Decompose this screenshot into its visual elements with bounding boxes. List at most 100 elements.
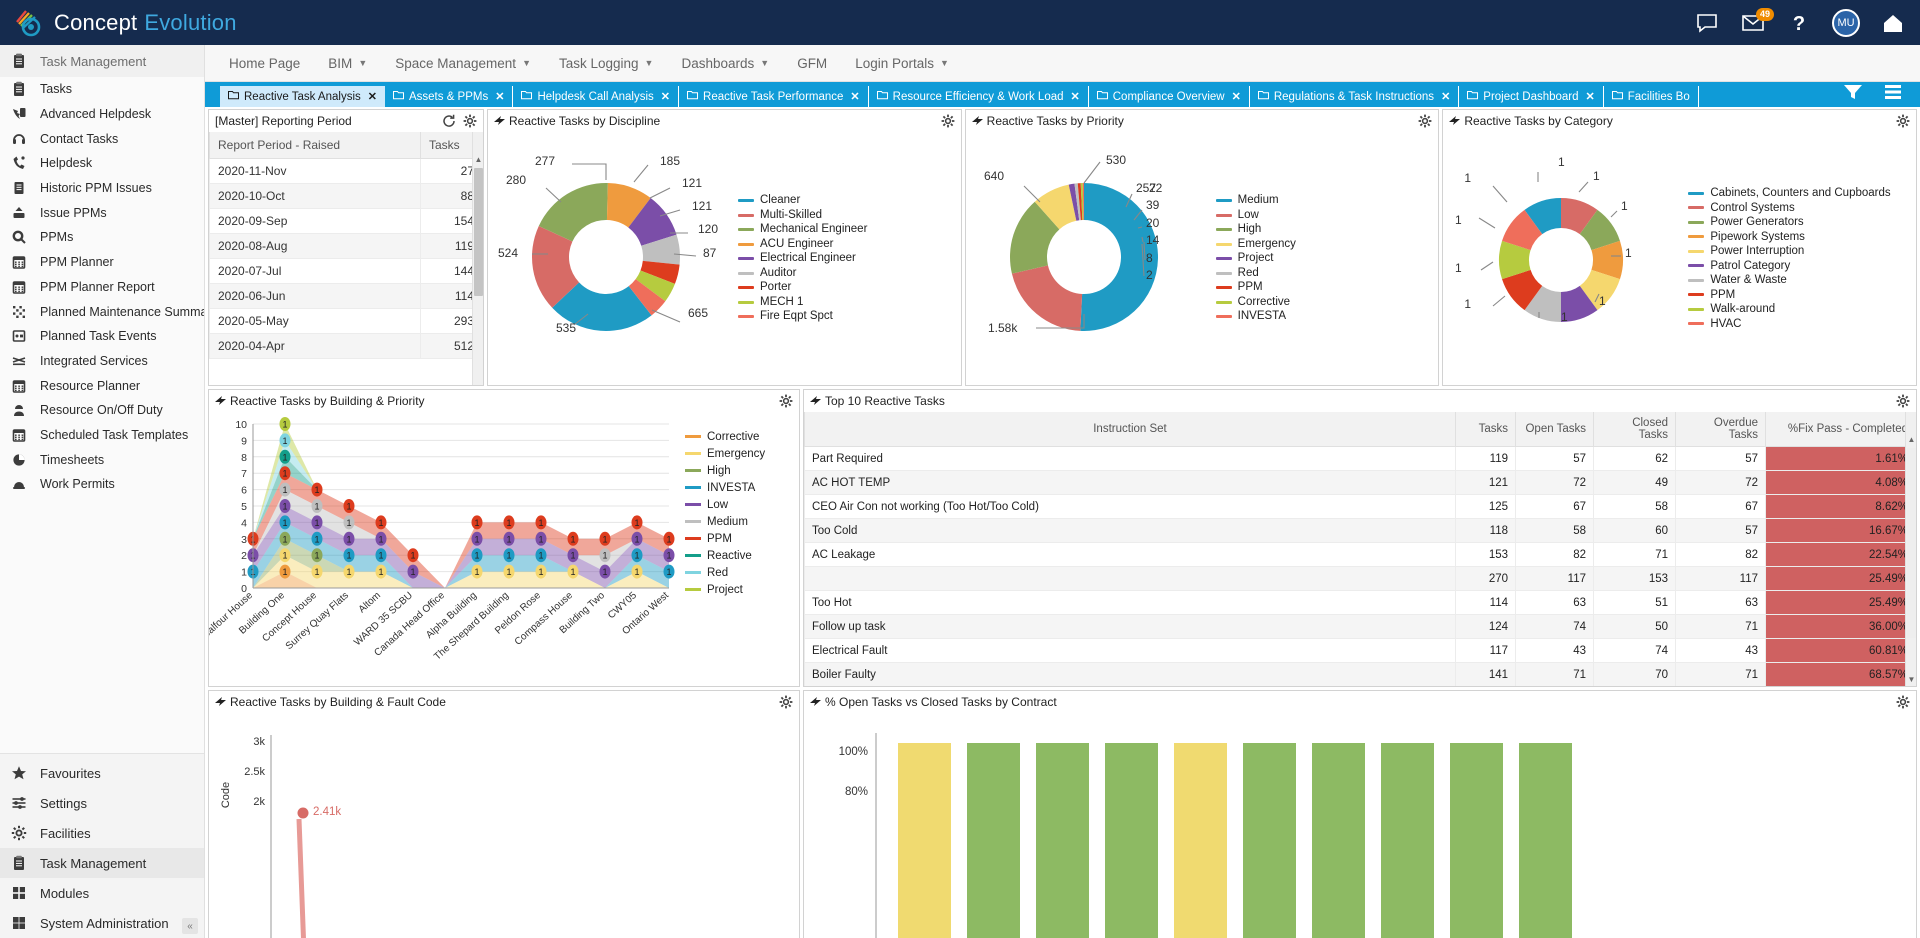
tab-project-dashboard[interactable]: Project Dashboard ✕ xyxy=(1459,86,1604,107)
sidebar-item-modules[interactable]: Modules xyxy=(0,878,204,908)
legend-label[interactable]: INVESTA xyxy=(707,482,756,494)
table-row[interactable]: 2020-09-Sep 154 xyxy=(209,208,483,234)
table-row[interactable]: 2020-11-Nov 27 xyxy=(209,158,483,184)
column-header[interactable]: Overdue Tasks xyxy=(1675,412,1766,447)
legend-label[interactable]: Medium xyxy=(707,516,748,528)
menu-item-space-management[interactable]: Space Management ▼ xyxy=(381,45,545,82)
gear-icon[interactable] xyxy=(1896,394,1910,408)
sidebar-item-tasks[interactable]: Tasks xyxy=(0,77,204,102)
legend-item[interactable]: INVESTA xyxy=(1215,309,1296,324)
menu-item-bim[interactable]: BIM ▼ xyxy=(314,45,381,82)
table-row[interactable]: Follow up task 124 74 50 71 36.00% xyxy=(804,614,1916,639)
legend-item[interactable]: Electrical Engineer xyxy=(738,251,867,266)
gear-icon[interactable] xyxy=(1896,114,1910,128)
scroll-up-arrow[interactable]: ▲ xyxy=(473,154,483,166)
sidebar-item-timesheets[interactable]: Timesheets xyxy=(0,447,204,472)
table-row[interactable]: Part Required 119 57 62 57 1.61% xyxy=(804,446,1916,471)
legend-item[interactable]: Power Interruption xyxy=(1688,244,1890,259)
legend-label[interactable]: Emergency xyxy=(707,448,765,460)
sidebar-item-task-management[interactable]: Task Management xyxy=(0,848,204,878)
column-header[interactable]: Closed Tasks xyxy=(1593,412,1676,447)
scroll-thumb[interactable] xyxy=(474,168,483,296)
sidebar-item-work-permits[interactable]: Work Permits xyxy=(0,472,204,497)
legend-item[interactable]: HVAC xyxy=(1688,317,1890,332)
table-row[interactable]: Too Cold 118 58 60 57 16.67% xyxy=(804,518,1916,543)
avatar[interactable]: MU xyxy=(1832,8,1860,37)
tab-reactive-task-performance[interactable]: Reactive Task Performance ✕ xyxy=(679,86,869,107)
legend-item[interactable]: Fire Eqpt Spct xyxy=(738,309,867,324)
bar[interactable] xyxy=(1312,743,1365,938)
legend-item[interactable]: Medium xyxy=(1215,193,1296,208)
legend-label[interactable]: High xyxy=(707,465,731,477)
legend-item[interactable]: Power Generators xyxy=(1688,215,1890,230)
legend-item[interactable]: Emergency xyxy=(1215,237,1296,252)
scroll-down-arrow[interactable]: ▼ xyxy=(1906,674,1916,686)
chat-icon[interactable] xyxy=(1694,10,1720,36)
table-row[interactable]: 270 117 153 117 25.49% xyxy=(804,566,1916,591)
refresh-icon[interactable] xyxy=(442,114,456,128)
discipline-donut-chart[interactable]: 665 535 524 280 277 185 121 121 120 87 xyxy=(488,132,738,385)
table-row[interactable]: 2020-07-Jul 144 xyxy=(209,258,483,284)
table-row[interactable]: 2020-06-Jun 114 xyxy=(209,283,483,309)
legend-label[interactable]: PPM xyxy=(707,533,732,545)
gear-icon[interactable] xyxy=(1418,114,1432,128)
sidebar-item-issue-ppms[interactable]: Issue PPMs xyxy=(0,200,204,225)
table-row[interactable]: 2020-08-Aug 119 xyxy=(209,233,483,259)
close-icon[interactable]: ✕ xyxy=(850,90,859,103)
sidebar-item-helpdesk[interactable]: Helpdesk xyxy=(0,151,204,176)
sidebar-item-scheduled-task-templates[interactable]: Scheduled Task Templates xyxy=(0,423,204,448)
bar[interactable] xyxy=(898,743,951,938)
bar[interactable] xyxy=(1519,743,1572,938)
tab-helpdesk-call-analysis[interactable]: Helpdesk Call Analysis ✕ xyxy=(513,86,680,107)
legend-item[interactable]: Multi-Skilled xyxy=(738,208,867,223)
legend-item[interactable]: Control Systems xyxy=(1688,201,1890,216)
home-icon[interactable] xyxy=(1880,10,1906,36)
sidebar-item-resource-planner[interactable]: Resource Planner xyxy=(0,373,204,398)
menu-item-dashboards[interactable]: Dashboards ▼ xyxy=(667,45,783,82)
legend-item[interactable]: Walk-around xyxy=(1688,302,1890,317)
legend-label[interactable]: Red xyxy=(707,567,728,579)
legend-item[interactable]: Auditor xyxy=(738,266,867,281)
legend-item[interactable]: ACU Engineer xyxy=(738,237,867,252)
sidebar-item-planned-maintenance-summary[interactable]: Planned Maintenance Summary xyxy=(0,299,204,324)
legend-item[interactable]: Porter xyxy=(738,280,867,295)
scrollbar[interactable]: ▲ ▼ xyxy=(1905,412,1916,686)
bar[interactable] xyxy=(1450,743,1503,938)
table-row[interactable]: Too Hot 114 63 51 63 25.49% xyxy=(804,590,1916,615)
bar[interactable] xyxy=(1381,743,1434,938)
gear-icon[interactable] xyxy=(779,695,793,709)
legend-item[interactable]: Cleaner xyxy=(738,193,867,208)
tab-reactive-task-analysis[interactable]: Reactive Task Analysis ✕ xyxy=(220,86,385,107)
sidebar-item-integrated-services[interactable]: Integrated Services xyxy=(0,349,204,374)
building-fault-line-chart[interactable]: 3k 2.5k 2k Code 2.41k xyxy=(209,713,799,938)
close-icon[interactable]: ✕ xyxy=(1586,90,1595,103)
gear-icon[interactable] xyxy=(463,114,477,128)
gear-icon[interactable] xyxy=(1896,695,1910,709)
sidebar-item-resource-on-off-duty[interactable]: Resource On/Off Duty xyxy=(0,398,204,423)
sidebar-item-settings[interactable]: Settings xyxy=(0,788,204,818)
menu-item-gfm[interactable]: GFM xyxy=(783,45,841,82)
legend-item[interactable]: PPM xyxy=(1688,288,1890,303)
sidebar-item-planned-task-events[interactable]: Planned Task Events xyxy=(0,324,204,349)
tab-resource-efficiency-work-load[interactable]: Resource Efficiency & Work Load ✕ xyxy=(868,86,1089,107)
table-row[interactable]: 2020-04-Apr 512 xyxy=(209,333,483,359)
sidebar-item-ppm-planner-report[interactable]: PPM Planner Report xyxy=(0,275,204,300)
legend-label[interactable]: Corrective xyxy=(707,431,759,443)
bar[interactable] xyxy=(1243,743,1296,938)
bar[interactable] xyxy=(1036,743,1089,938)
legend-item[interactable]: Corrective xyxy=(1215,295,1296,310)
open-closed-bar-chart[interactable]: 100% 80% xyxy=(804,713,1916,938)
mail-icon[interactable]: 49 xyxy=(1740,7,1774,36)
sidebar-item-favourites[interactable]: Favourites xyxy=(0,758,204,788)
sidebar-item-ppms[interactable]: PPMs xyxy=(0,225,204,250)
close-icon[interactable]: ✕ xyxy=(661,90,670,103)
legend-item[interactable]: Low xyxy=(1215,208,1296,223)
scrollbar[interactable]: ▲ xyxy=(472,132,483,385)
data-point[interactable] xyxy=(297,807,309,819)
table-row[interactable]: Boiler Faulty 141 71 70 71 68.57% xyxy=(804,662,1916,686)
menu-item-login-portals[interactable]: Login Portals ▼ xyxy=(841,45,963,82)
column-header[interactable]: Open Tasks xyxy=(1515,412,1594,447)
bar[interactable] xyxy=(967,743,1020,938)
sidebar-item-system-administration[interactable]: System Administration xyxy=(0,908,204,938)
legend-item[interactable]: Red xyxy=(1215,266,1296,281)
